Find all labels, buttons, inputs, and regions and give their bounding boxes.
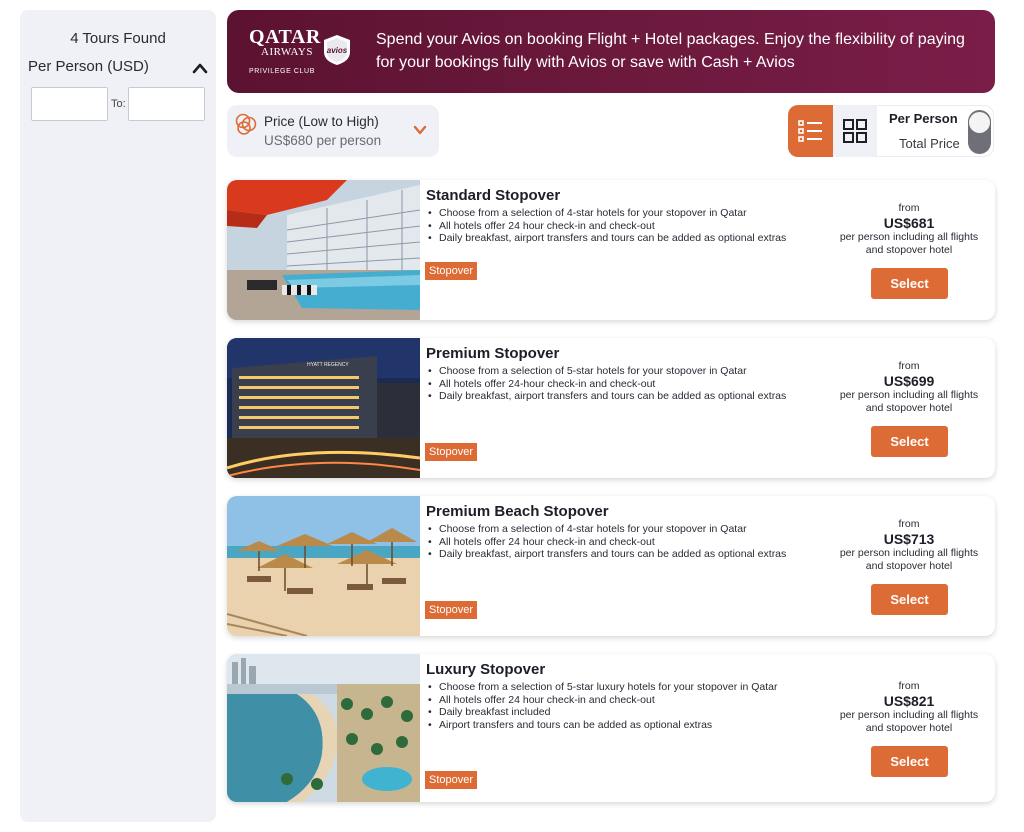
price-amount: US$699 bbox=[883, 373, 935, 389]
tour-title: Luxury Stopover bbox=[426, 661, 546, 678]
feature-item: Airport transfers and tours can be added… bbox=[426, 719, 791, 732]
feature-item: All hotels offer 24 hour check-in and ch… bbox=[426, 694, 791, 707]
select-button[interactable]: Select bbox=[871, 746, 948, 777]
feature-item: All hotels offer 24 hour check-in and ch… bbox=[426, 220, 791, 233]
feature-item: All hotels offer 24 hour check-in and ch… bbox=[426, 536, 791, 549]
feature-item: Daily breakfast, airport transfers and t… bbox=[426, 232, 791, 245]
sort-label: Price (Low to High) bbox=[264, 114, 379, 129]
feature-item: Daily breakfast, airport transfers and t… bbox=[426, 390, 791, 403]
price-amount: US$821 bbox=[883, 693, 935, 709]
tour-title: Standard Stopover bbox=[426, 187, 561, 204]
beach-umbrellas-image bbox=[227, 496, 420, 636]
total-price-option[interactable]: Total Price bbox=[899, 136, 960, 151]
sort-lowest-price: US$680 per person bbox=[264, 133, 382, 148]
tour-card: HYATT REGENCY Premium Stopover Choose fr… bbox=[227, 338, 995, 478]
list-view-icon bbox=[798, 120, 822, 142]
qatar-airways-logo: QATAR AIRWAYS PRIVILEGE CLUB bbox=[249, 26, 321, 75]
stopover-tag: Stopover bbox=[425, 771, 478, 789]
price-note: per person including all flights and sto… bbox=[839, 547, 979, 572]
tour-card: Premium Beach Stopover Choose from a sel… bbox=[227, 496, 995, 636]
avios-badge-icon: avios bbox=[324, 35, 350, 65]
list-view-button[interactable] bbox=[788, 105, 833, 157]
luxury-resort-image bbox=[227, 654, 420, 802]
tour-card: Standard Stopover Choose from a selectio… bbox=[227, 180, 995, 320]
grid-view-icon bbox=[843, 119, 867, 143]
price-note: per person including all flights and sto… bbox=[839, 231, 979, 256]
banner-message: Spend your Avios on booking Flight + Hot… bbox=[376, 31, 965, 71]
feature-item: Daily breakfast, airport transfers and t… bbox=[426, 548, 791, 561]
price-filter-label: Per Person (USD) bbox=[28, 58, 149, 75]
price-amount: US$713 bbox=[883, 531, 935, 547]
stopover-tag: Stopover bbox=[425, 443, 478, 461]
price-block: from US$699 per person including all fli… bbox=[839, 360, 979, 415]
switch-knob bbox=[969, 112, 990, 133]
per-person-option[interactable]: Per Person bbox=[889, 111, 958, 126]
feature-item: Choose from a selection of 5-star hotels… bbox=[426, 365, 791, 378]
tours-found-count: 4 Tours Found bbox=[70, 30, 166, 47]
tour-title: Premium Beach Stopover bbox=[426, 503, 609, 520]
coins-icon bbox=[235, 113, 257, 135]
tour-features: Choose from a selection of 4-star hotels… bbox=[426, 207, 791, 245]
svg-text:avios: avios bbox=[327, 46, 348, 55]
svg-text:HYATT REGENCY: HYATT REGENCY bbox=[307, 362, 349, 368]
feature-item: Choose from a selection of 4-star hotels… bbox=[426, 207, 791, 220]
select-button[interactable]: Select bbox=[871, 268, 948, 299]
tour-features: Choose from a selection of 5-star hotels… bbox=[426, 365, 791, 403]
to-label: To: bbox=[111, 98, 126, 110]
chevron-up-icon[interactable] bbox=[192, 62, 208, 74]
from-label: from bbox=[898, 202, 920, 214]
feature-item: Choose from a selection of 5-star luxury… bbox=[426, 681, 791, 694]
tour-features: Choose from a selection of 5-star luxury… bbox=[426, 681, 791, 731]
select-button[interactable]: Select bbox=[871, 426, 948, 457]
price-from-input[interactable] bbox=[31, 87, 108, 121]
from-label: from bbox=[898, 360, 920, 372]
price-mode-switch[interactable] bbox=[968, 110, 991, 154]
price-block: from US$821 per person including all fli… bbox=[839, 680, 979, 735]
tour-card: Luxury Stopover Choose from a selection … bbox=[227, 654, 995, 802]
stopover-tag: Stopover bbox=[425, 601, 478, 619]
price-note: per person including all flights and sto… bbox=[839, 389, 979, 414]
avios-promo-banner: QATAR AIRWAYS PRIVILEGE CLUB avios Spend… bbox=[227, 10, 995, 93]
stopover-tag: Stopover bbox=[425, 262, 478, 280]
feature-item: Choose from a selection of 4-star hotels… bbox=[426, 523, 791, 536]
price-amount: US$681 bbox=[883, 215, 935, 231]
tour-title: Premium Stopover bbox=[426, 345, 560, 362]
hotel-pool-image bbox=[227, 180, 420, 320]
price-block: from US$681 per person including all fli… bbox=[839, 202, 979, 257]
filter-sidebar: 4 Tours Found Per Person (USD) To: bbox=[20, 10, 216, 822]
from-label: from bbox=[898, 680, 920, 692]
chevron-down-icon bbox=[413, 125, 427, 135]
sort-dropdown[interactable]: Price (Low to High) US$680 per person bbox=[227, 105, 439, 157]
grid-view-button[interactable] bbox=[833, 105, 877, 157]
hotel-night-image: HYATT REGENCY bbox=[227, 338, 420, 478]
price-note: per person including all flights and sto… bbox=[839, 709, 979, 734]
price-to-input[interactable] bbox=[128, 87, 205, 121]
page: 4 Tours Found Per Person (USD) To: QATAR… bbox=[0, 0, 1024, 832]
feature-item: Daily breakfast included bbox=[426, 706, 791, 719]
price-block: from US$713 per person including all fli… bbox=[839, 518, 979, 573]
feature-item: All hotels offer 24-hour check-in and ch… bbox=[426, 378, 791, 391]
view-toggle: Per Person Total Price bbox=[788, 105, 994, 157]
tour-features: Choose from a selection of 4-star hotels… bbox=[426, 523, 791, 561]
from-label: from bbox=[898, 518, 920, 530]
select-button[interactable]: Select bbox=[871, 584, 948, 615]
